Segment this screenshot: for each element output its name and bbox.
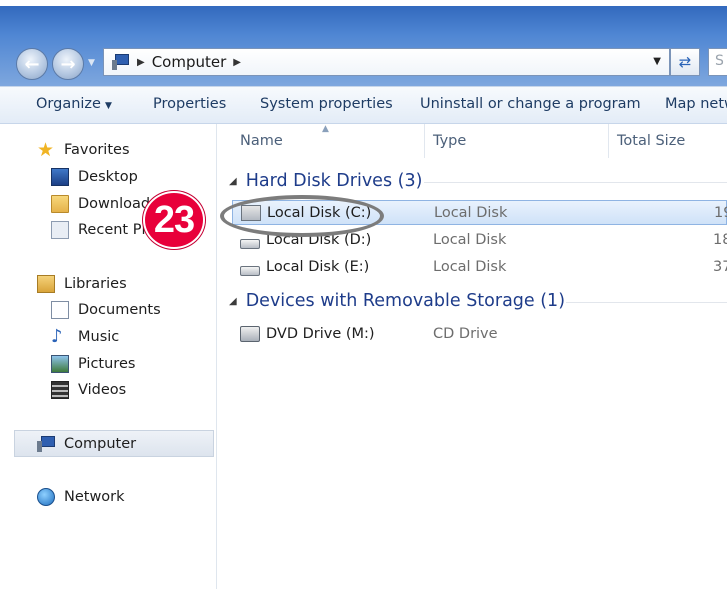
- drive-name: DVD Drive (M:): [266, 325, 375, 342]
- drive-size: 18: [713, 231, 727, 248]
- nav-videos-label: Videos: [78, 382, 127, 398]
- column-divider[interactable]: [424, 124, 425, 158]
- back-button[interactable]: ←: [16, 48, 48, 80]
- column-header-type[interactable]: Type: [433, 133, 466, 149]
- organize-label: Organize: [36, 96, 101, 112]
- nav-network-label: Network: [64, 489, 125, 505]
- breadcrumb-computer[interactable]: Computer: [152, 53, 227, 71]
- breadcrumb-chevron-icon[interactable]: ▶: [137, 57, 145, 68]
- group-title: Hard Disk Drives (3): [245, 171, 423, 191]
- nav-libraries-label: Libraries: [64, 276, 127, 292]
- system-properties-button[interactable]: System properties: [260, 96, 393, 112]
- column-divider[interactable]: [608, 124, 609, 158]
- nav-pictures-label: Pictures: [78, 356, 136, 372]
- nav-documents-label: Documents: [78, 302, 161, 318]
- downloads-folder-icon: [51, 195, 69, 213]
- nav-network[interactable]: Network: [37, 488, 125, 506]
- address-dropdown-icon[interactable]: ▼: [653, 56, 661, 67]
- drive-type: CD Drive: [433, 325, 498, 342]
- properties-button[interactable]: Properties: [153, 96, 226, 112]
- nav-computer[interactable]: Computer: [37, 435, 136, 453]
- nav-downloads[interactable]: Download: [51, 195, 150, 213]
- nav-videos[interactable]: Videos: [51, 381, 126, 399]
- top-margin: [0, 0, 727, 6]
- pictures-icon: [51, 355, 69, 373]
- group-divider-line: [424, 182, 727, 183]
- search-input[interactable]: S: [708, 48, 727, 76]
- drive-type: Local Disk: [433, 258, 507, 275]
- computer-icon: [37, 435, 55, 453]
- nav-libraries[interactable]: Libraries: [37, 275, 127, 293]
- refresh-button[interactable]: ⇄: [670, 48, 700, 76]
- nav-desktop[interactable]: Desktop: [51, 168, 138, 186]
- drive-name: Local Disk (E:): [266, 258, 370, 275]
- nav-pictures[interactable]: Pictures: [51, 355, 135, 373]
- group-divider-line: [566, 302, 727, 303]
- forward-button[interactable]: →: [52, 48, 84, 80]
- refresh-icon: ⇄: [678, 53, 692, 71]
- nav-downloads-label: Download: [78, 196, 151, 212]
- collapse-triangle-icon[interactable]: ◢: [229, 296, 237, 307]
- drive-size: 19: [714, 204, 727, 221]
- collapse-triangle-icon[interactable]: ◢: [229, 176, 237, 187]
- nav-computer-label: Computer: [64, 436, 137, 452]
- documents-icon: [51, 301, 69, 319]
- nav-favorites-label: Favorites: [64, 142, 130, 158]
- content-pane: ▲ Name Type Total Size ◢ Hard Disk Drive…: [218, 124, 727, 589]
- drive-row-m[interactable]: DVD Drive (M:) CD Drive: [232, 321, 727, 346]
- nav-music[interactable]: ♪ Music: [51, 328, 119, 346]
- organize-button[interactable]: Organize ▼: [36, 96, 112, 112]
- sort-ascending-icon: ▲: [322, 124, 329, 134]
- chevron-down-icon: ▼: [104, 101, 112, 111]
- drive-row-e[interactable]: Local Disk (E:) Local Disk 37: [232, 254, 727, 279]
- drive-size: 37: [713, 258, 727, 275]
- command-bar: Organize ▼ Properties System properties U…: [0, 86, 727, 124]
- nav-desktop-label: Desktop: [78, 169, 138, 185]
- nav-recent-places[interactable]: Recent Pla: [51, 221, 154, 239]
- star-icon: ★: [37, 139, 55, 161]
- map-network-drive-button[interactable]: Map netw: [665, 96, 727, 112]
- group-header-removable[interactable]: ◢ Devices with Removable Storage (1): [229, 291, 565, 311]
- drive-type: Local Disk: [434, 204, 508, 221]
- music-note-icon: ♪: [51, 326, 63, 347]
- highlight-ring: [220, 195, 384, 237]
- nav-favorites[interactable]: ★ Favorites: [37, 139, 130, 161]
- hard-drive-icon: [240, 238, 260, 249]
- breadcrumb-chevron-icon[interactable]: ▶: [233, 57, 241, 68]
- network-globe-icon: [37, 488, 55, 506]
- address-bar[interactable]: ▶ Computer ▶ ▼: [103, 48, 670, 76]
- computer-icon: [112, 54, 130, 70]
- film-strip-icon: [51, 381, 69, 399]
- hard-drive-icon: [240, 265, 260, 276]
- step-number-badge: 23: [143, 191, 205, 249]
- column-header-name[interactable]: Name: [240, 133, 283, 149]
- dvd-drive-icon: [240, 325, 260, 342]
- recent-places-icon: [51, 221, 69, 239]
- column-header-total-size[interactable]: Total Size: [617, 133, 685, 149]
- uninstall-program-button[interactable]: Uninstall or change a program: [420, 96, 641, 112]
- nav-music-label: Music: [78, 329, 120, 345]
- nav-documents[interactable]: Documents: [51, 301, 161, 319]
- group-header-hard-disks[interactable]: ◢ Hard Disk Drives (3): [229, 171, 422, 191]
- recent-pages-dropdown[interactable]: ▼: [88, 58, 100, 70]
- group-title: Devices with Removable Storage (1): [245, 291, 566, 311]
- desktop-icon: [51, 168, 69, 186]
- drive-type: Local Disk: [433, 231, 507, 248]
- libraries-icon: [37, 275, 55, 293]
